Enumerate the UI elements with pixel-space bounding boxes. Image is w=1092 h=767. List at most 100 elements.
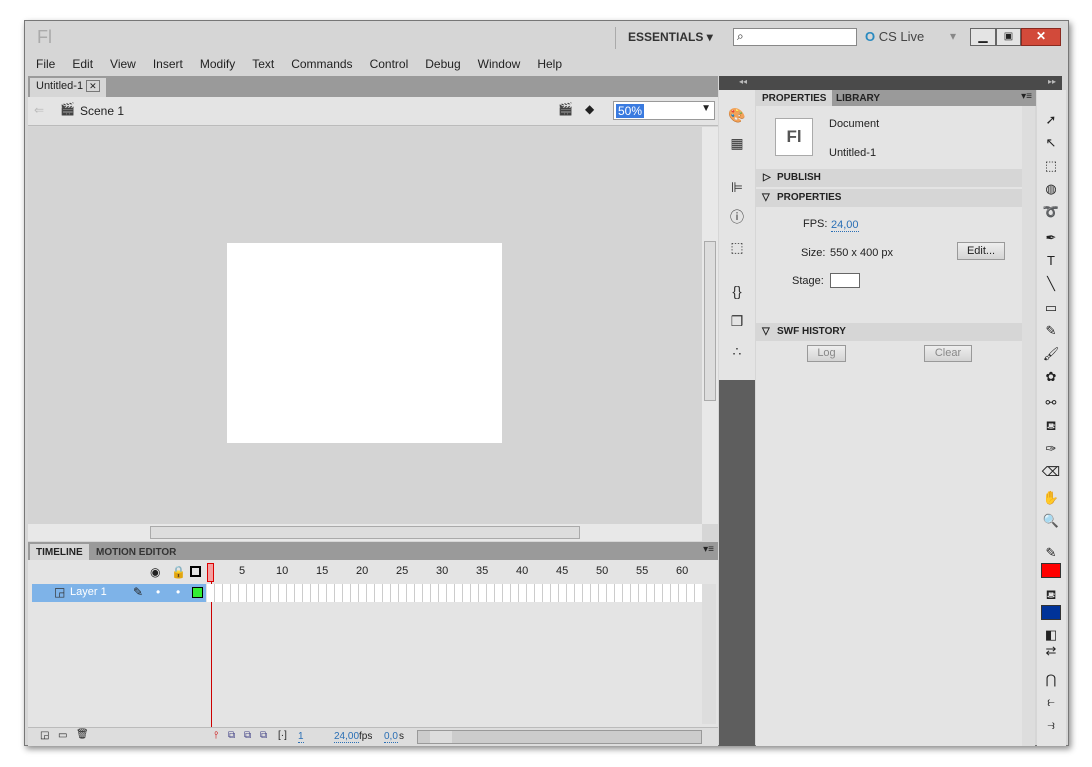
playhead[interactable]	[207, 563, 214, 582]
edit-size-button[interactable]: Edit...	[957, 242, 1005, 260]
scrollbar-thumb[interactable]	[704, 241, 716, 401]
outline-color[interactable]	[192, 587, 203, 598]
fill-color-icon[interactable]: ⛾	[1040, 587, 1062, 607]
frame-track[interactable]	[207, 584, 702, 602]
straighten-icon[interactable]: ⥽	[1040, 717, 1062, 737]
selection-tool-icon[interactable]: ➚	[1040, 112, 1062, 132]
current-frame[interactable]: 1	[298, 731, 304, 743]
panel-menu-icon[interactable]: ▾≡	[703, 544, 714, 555]
horizontal-scrollbar[interactable]	[28, 524, 702, 541]
workspace-switcher[interactable]: ESSENTIALS ▾	[628, 30, 713, 44]
align-icon[interactable]: ⊫	[726, 176, 748, 198]
edit-symbols-icon[interactable]: ◆	[585, 102, 594, 116]
outline-icon[interactable]	[190, 566, 201, 577]
log-button[interactable]: Log	[807, 345, 846, 362]
tab-properties[interactable]: PROPERTIES	[756, 90, 833, 106]
code-snippets-icon[interactable]: {}	[726, 280, 748, 302]
close-button[interactable]: ✕	[1021, 28, 1061, 46]
pencil-tool-icon[interactable]: ✎	[1040, 323, 1062, 343]
minimize-button[interactable]: ▁	[970, 28, 996, 46]
eraser-tool-icon[interactable]: ⌫	[1040, 464, 1062, 484]
stage-color-swatch[interactable]	[830, 273, 860, 288]
menu-file[interactable]: File	[36, 57, 55, 71]
search-input[interactable]: ⌕	[733, 28, 857, 46]
edit-scene-icon[interactable]: 🎬	[558, 102, 573, 116]
scrollbar-thumb[interactable]	[430, 731, 452, 743]
onion-markers-icon[interactable]: [·]	[278, 730, 287, 741]
swap-colors-icon[interactable]: ⇄	[1040, 643, 1062, 663]
properties-section[interactable]: ▽ PROPERTIES	[756, 189, 1022, 207]
close-tab-icon[interactable]: ✕	[86, 80, 100, 92]
scrollbar-thumb[interactable]	[150, 526, 580, 539]
tab-motion-editor[interactable]: MOTION EDITOR	[90, 544, 182, 561]
back-arrow-icon[interactable]: ⇐	[34, 103, 44, 117]
frame-rate[interactable]: 24,00	[334, 731, 360, 743]
hand-tool-icon[interactable]: ✋	[1040, 490, 1062, 510]
lock-icon[interactable]: 🔒	[171, 565, 186, 579]
3d-rotation-tool-icon[interactable]: ◍	[1040, 181, 1062, 201]
info-icon[interactable]: ⓘ	[726, 206, 748, 228]
rectangle-tool-icon[interactable]: ▭	[1040, 300, 1062, 320]
motion-presets-icon[interactable]: ∴	[726, 340, 748, 362]
tab-timeline[interactable]: TIMELINE	[30, 544, 89, 561]
timeline-hscroll[interactable]	[417, 730, 702, 744]
eyedropper-tool-icon[interactable]: ✑	[1040, 441, 1062, 461]
menu-edit[interactable]: Edit	[72, 57, 93, 71]
fill-color-swatch[interactable]	[1041, 605, 1061, 620]
center-frame-icon[interactable]: ⫯	[214, 730, 218, 741]
zoom-tool-icon[interactable]: 🔍	[1040, 513, 1062, 533]
expand-icon[interactable]: ▸▸	[1048, 77, 1056, 86]
edit-multiple-icon[interactable]: ⧉	[260, 730, 267, 741]
vertical-scrollbar[interactable]	[702, 127, 718, 524]
subselection-tool-icon[interactable]: ↖	[1040, 135, 1062, 155]
properties-scrollbar[interactable]	[1022, 106, 1035, 746]
free-transform-tool-icon[interactable]: ⬚	[1040, 158, 1062, 178]
snap-icon[interactable]: ⋂	[1040, 672, 1062, 692]
smooth-icon[interactable]: ⥼	[1040, 694, 1062, 714]
clear-button[interactable]: Clear	[924, 345, 972, 362]
pen-tool-icon[interactable]: ✒	[1040, 230, 1062, 250]
frame-ruler[interactable]: 151015202530354045505560	[207, 560, 707, 582]
delete-icon[interactable]: 🗑	[76, 729, 89, 740]
cs-live-button[interactable]: O CS Live	[865, 29, 924, 44]
lock-dot[interactable]: •	[176, 585, 180, 599]
maximize-button[interactable]: ▣	[996, 28, 1021, 46]
deco-tool-icon[interactable]: ✿	[1040, 369, 1062, 389]
stage[interactable]	[227, 243, 502, 443]
layer-row[interactable]: ◲ Layer 1 ✎ • •	[32, 584, 206, 602]
transform-icon[interactable]: ⬚	[726, 236, 748, 258]
fps-value[interactable]: 24,00	[831, 219, 859, 232]
new-folder-icon[interactable]: ▭	[58, 730, 67, 741]
zoom-select[interactable]: 50% ▼	[613, 101, 715, 120]
elapsed-time[interactable]: 0,0	[384, 731, 398, 743]
swf-history-section[interactable]: ▽ SWF HISTORY	[756, 323, 1022, 341]
line-tool-icon[interactable]: ╲	[1040, 276, 1062, 296]
color-icon[interactable]: 🎨	[726, 104, 748, 126]
lasso-tool-icon[interactable]: ➰	[1040, 204, 1062, 224]
menu-help[interactable]: Help	[537, 57, 562, 71]
brush-tool-icon[interactable]: 🖌	[1040, 346, 1062, 366]
onion-outline-icon[interactable]: ⧉	[244, 730, 251, 741]
cs-live-dropdown[interactable]: ▾	[950, 29, 956, 43]
menu-insert[interactable]: Insert	[153, 57, 183, 71]
menu-modify[interactable]: Modify	[200, 57, 235, 71]
swatches-icon[interactable]: ▦	[726, 132, 748, 154]
collapse-icon[interactable]: ◂◂	[739, 77, 747, 86]
document-tab[interactable]: Untitled-1 ✕	[30, 78, 106, 97]
panel-menu-icon[interactable]: ▾≡	[1021, 91, 1032, 102]
timeline-vscroll[interactable]	[702, 584, 716, 724]
paint-bucket-tool-icon[interactable]: ⛾	[1040, 418, 1062, 438]
onion-skin-icon[interactable]: ⧉	[228, 730, 235, 741]
components-icon[interactable]: ❒	[726, 310, 748, 332]
visibility-dot[interactable]: •	[156, 585, 160, 599]
menu-debug[interactable]: Debug	[425, 57, 460, 71]
eye-icon[interactable]: ◉	[150, 565, 160, 579]
new-layer-icon[interactable]: ◲	[40, 730, 49, 741]
publish-section[interactable]: ▷ PUBLISH	[756, 169, 1022, 187]
menu-window[interactable]: Window	[478, 57, 521, 71]
stroke-color-icon[interactable]: ✎	[1040, 545, 1062, 565]
menu-view[interactable]: View	[110, 57, 136, 71]
menu-text[interactable]: Text	[252, 57, 274, 71]
stroke-color-swatch[interactable]	[1041, 563, 1061, 578]
tab-library[interactable]: LIBRARY	[830, 90, 886, 107]
